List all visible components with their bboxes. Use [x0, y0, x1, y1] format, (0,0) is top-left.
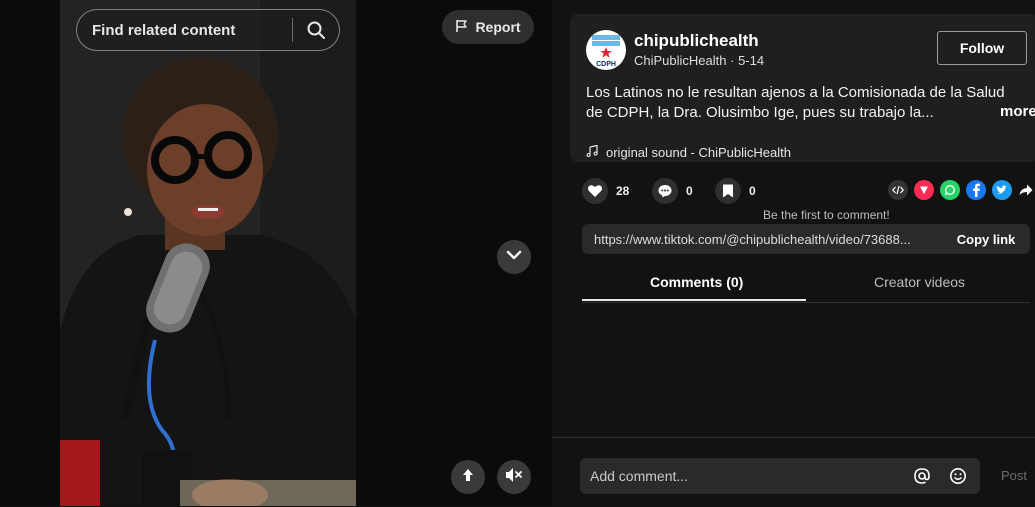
arrow-up-icon — [460, 467, 476, 488]
like-stat[interactable]: 28 — [582, 178, 629, 204]
report-button[interactable]: Report — [442, 10, 534, 44]
comment-footer: Add comment... Post — [552, 437, 1035, 507]
save-count: 0 — [749, 184, 756, 198]
emoji-icon[interactable] — [944, 467, 972, 485]
volume-muted-icon — [505, 467, 523, 488]
avatar-logo-text: CDPH — [596, 61, 616, 68]
post-date: 5-14 — [738, 53, 765, 68]
copy-link-button[interactable]: Copy link — [942, 224, 1030, 254]
whatsapp-icon[interactable] — [940, 180, 960, 200]
search-input[interactable]: Find related content — [77, 22, 292, 39]
video-frame[interactable] — [60, 0, 356, 506]
tabs: Comments (0) Creator videos — [582, 262, 1030, 303]
username[interactable]: chipublichealth — [634, 31, 759, 51]
sound-name: original sound - ChiPublicHealth — [606, 145, 791, 160]
video-still-image — [60, 0, 356, 506]
post-button[interactable]: Post — [1001, 468, 1027, 483]
video-player[interactable]: Find related content Report — [0, 0, 552, 506]
chevron-down-icon — [505, 246, 523, 269]
comment-bubble-icon[interactable] — [652, 178, 678, 204]
active-tab-indicator — [582, 299, 806, 301]
music-note-icon — [586, 144, 598, 160]
report-label: Report — [475, 19, 521, 35]
comment-count: 0 — [686, 184, 693, 198]
avatar[interactable]: CDPH — [586, 30, 626, 70]
share-arrow-icon[interactable] — [1016, 180, 1035, 200]
follow-button[interactable]: Follow — [937, 31, 1027, 65]
action-row: 28 0 0 — [582, 178, 1035, 208]
display-name[interactable]: ChiPublicHealth — [634, 53, 727, 68]
share-link-text[interactable]: https://www.tiktok.com/@chipublichealth/… — [594, 232, 911, 247]
details-panel: CDPH chipublichealth ChiPublicHealth · 5… — [552, 0, 1035, 506]
tab-comments[interactable]: Comments (0) — [650, 274, 743, 290]
embed-icon[interactable] — [888, 180, 908, 200]
comment-stat[interactable]: 0 — [652, 178, 693, 204]
flag-icon — [455, 19, 469, 36]
sound-link[interactable]: original sound - ChiPublicHealth — [586, 144, 791, 160]
search-box[interactable]: Find related content — [76, 9, 340, 51]
repost-icon[interactable] — [914, 180, 934, 200]
comment-input-box[interactable]: Add comment... — [580, 458, 980, 494]
post-info-card: CDPH chipublichealth ChiPublicHealth · 5… — [570, 14, 1035, 162]
mention-icon[interactable] — [908, 467, 936, 485]
scroll-top-button[interactable] — [451, 460, 485, 494]
first-comment-hint: Be the first to comment! — [763, 208, 890, 222]
post-description: Los Latinos no le resultan ajenos a la C… — [586, 84, 1005, 121]
heart-icon[interactable] — [582, 178, 608, 204]
share-link-row: https://www.tiktok.com/@chipublichealth/… — [582, 224, 1030, 254]
mute-button[interactable] — [497, 460, 531, 494]
search-icon[interactable] — [293, 10, 339, 50]
save-stat[interactable]: 0 — [715, 178, 756, 204]
like-count: 28 — [616, 184, 630, 198]
tab-creator-videos[interactable]: Creator videos — [874, 274, 965, 290]
more-link[interactable]: more — [1000, 103, 1035, 120]
facebook-icon[interactable] — [966, 180, 986, 200]
author-subline: ChiPublicHealth · 5-14 — [634, 53, 765, 68]
bookmark-icon[interactable] — [715, 178, 741, 204]
next-video-button[interactable] — [497, 240, 531, 274]
twitter-icon[interactable] — [992, 180, 1012, 200]
comment-input[interactable]: Add comment... — [580, 468, 908, 484]
